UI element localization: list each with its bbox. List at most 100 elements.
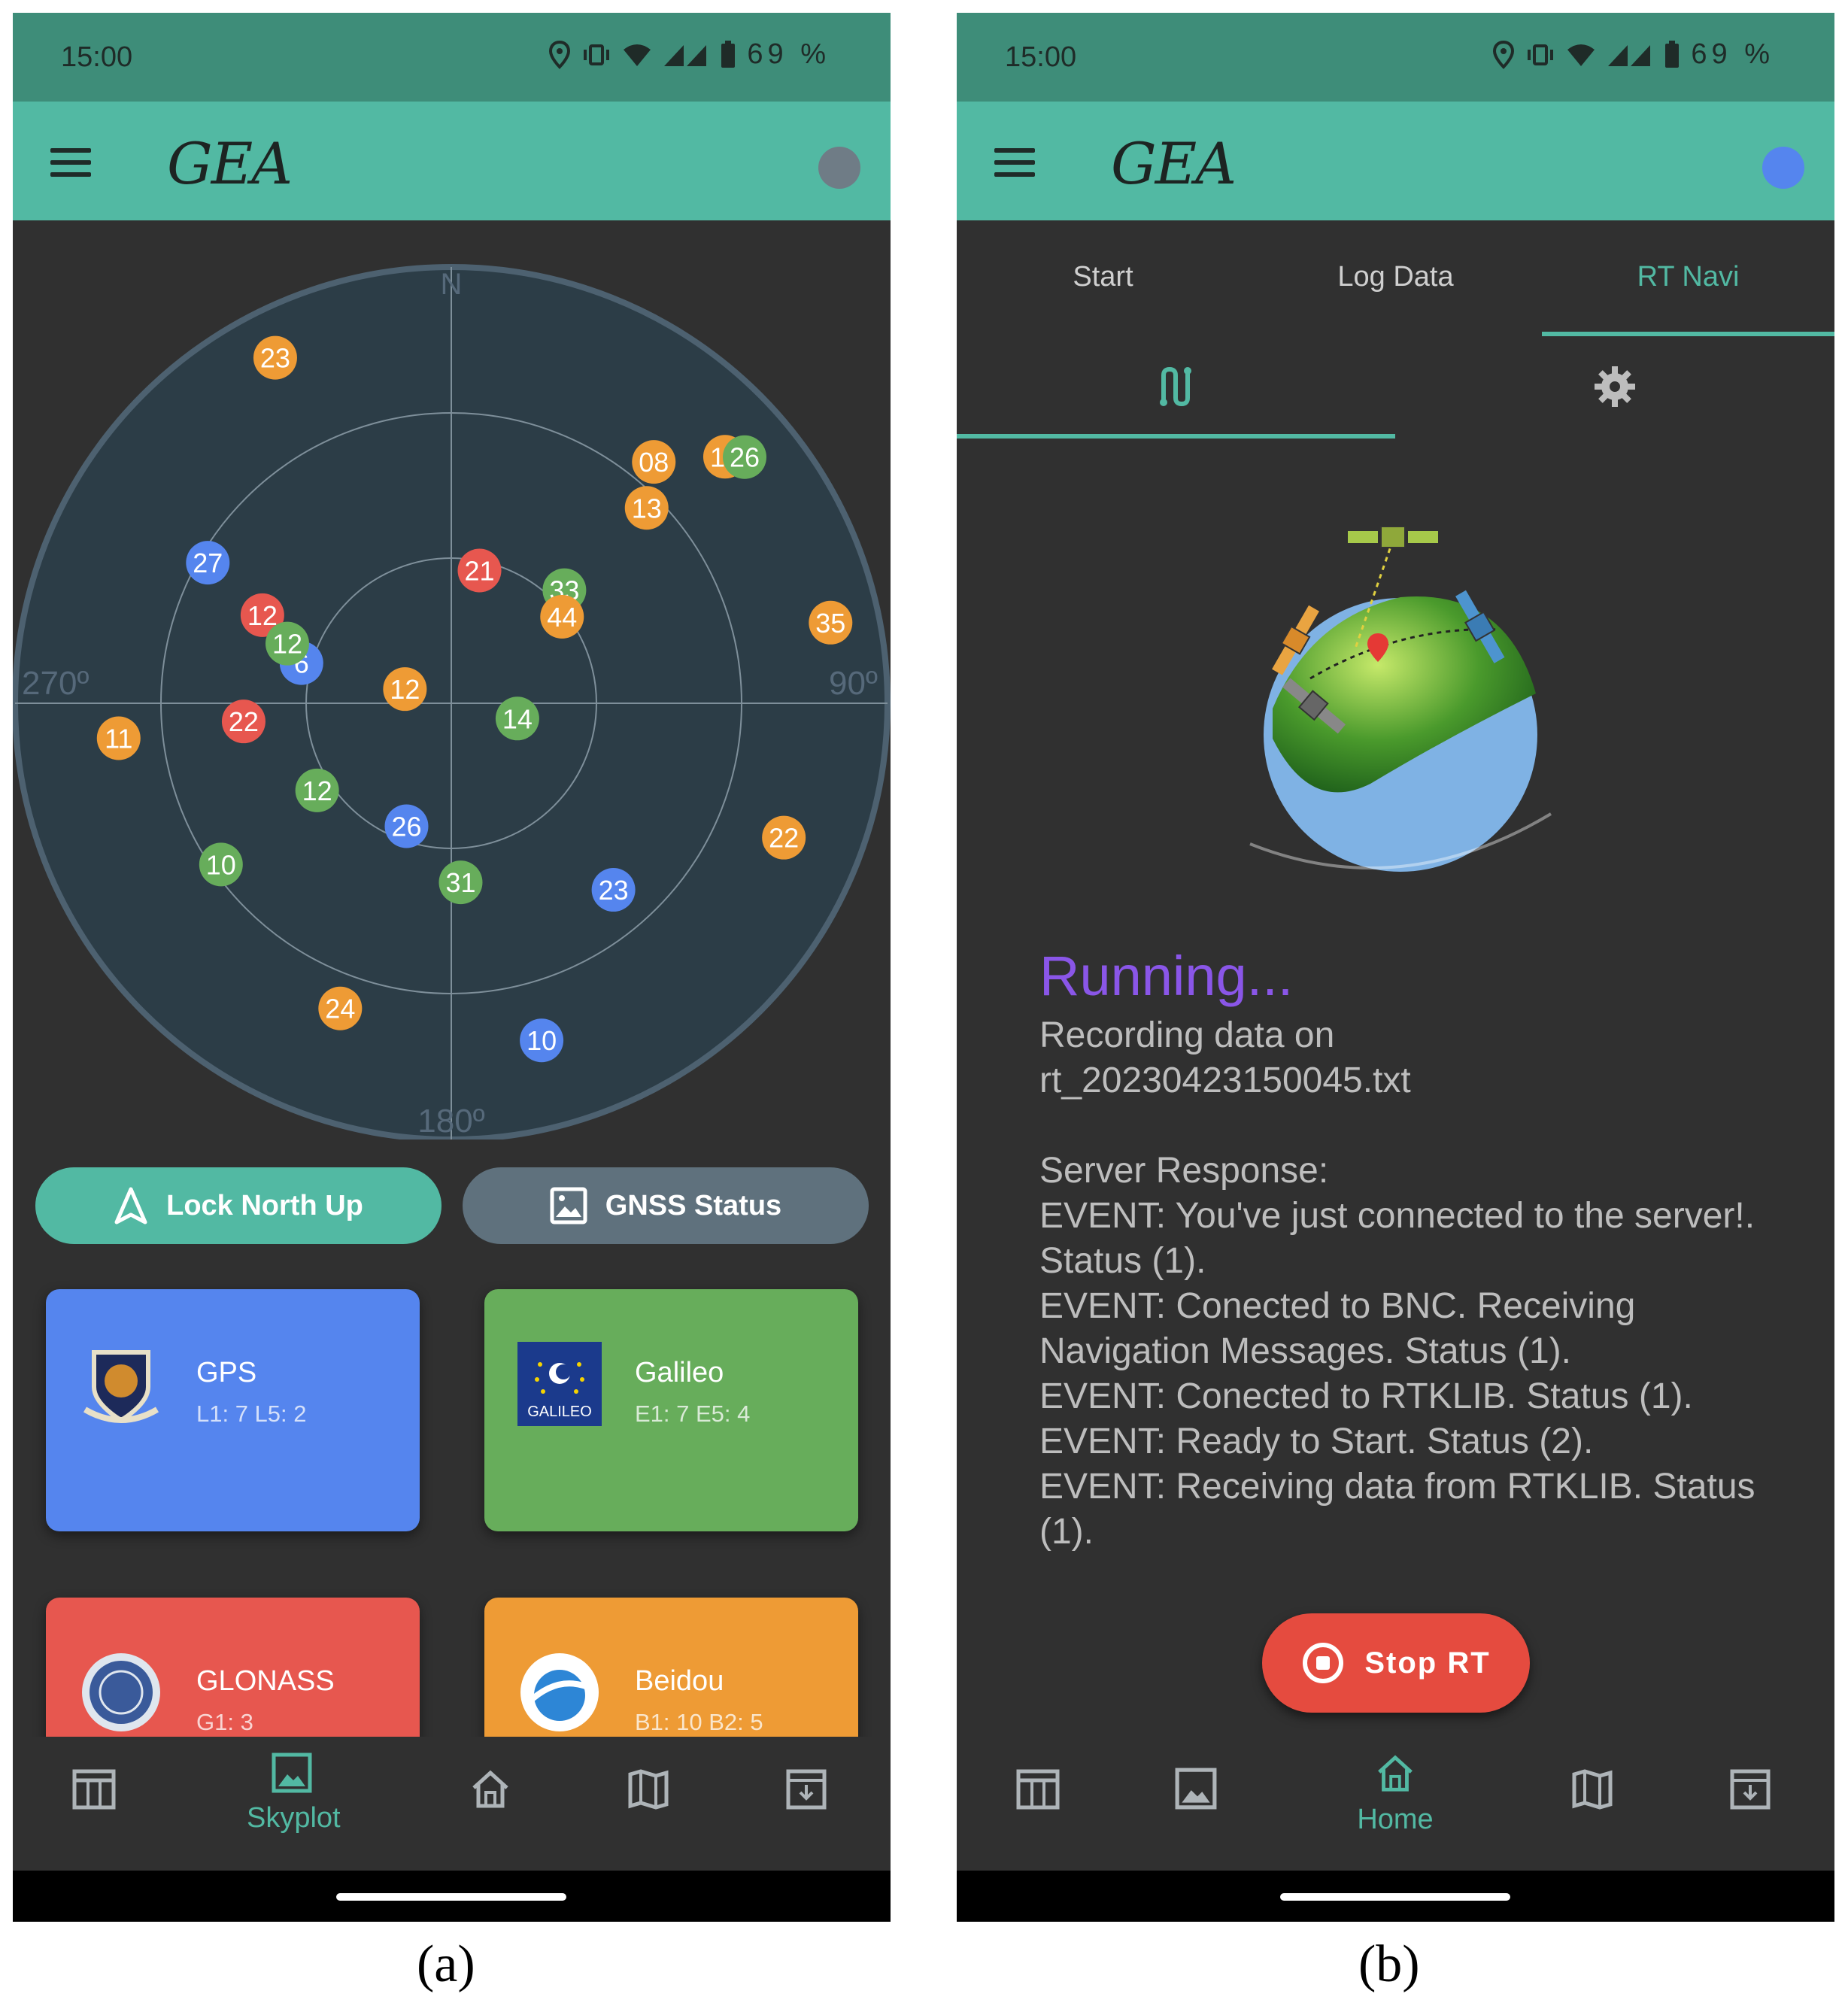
stop-rt-button[interactable]: Stop RT — [1262, 1613, 1530, 1713]
satellite-prn: 31 — [445, 867, 475, 898]
avatar[interactable] — [1762, 147, 1804, 189]
nav-home[interactable] — [445, 1767, 536, 1816]
nav-archive[interactable] — [1705, 1767, 1795, 1816]
image-icon — [272, 1753, 312, 1793]
glonass-name: GLONASS — [196, 1665, 335, 1697]
subtab-indicator — [957, 434, 1395, 439]
satellite-prn: 14 — [502, 703, 533, 734]
battery-icon — [1665, 40, 1680, 68]
phone-screen-skyplot: 15:00 69 % GEA N 90º 180º 270º 230819261… — [13, 13, 891, 1922]
satellite-prn: 22 — [769, 823, 799, 854]
north-label: N — [441, 268, 463, 301]
status-bar: 15:00 69 % — [957, 13, 1834, 102]
gesture-bar — [13, 1871, 891, 1922]
home-indicator[interactable] — [1280, 1893, 1510, 1901]
table-icon — [72, 1769, 116, 1810]
satellite-marker: 23 — [253, 335, 297, 380]
satellite-marker: 12 — [295, 768, 339, 812]
satellite-marker: 14 — [495, 696, 539, 741]
satellite-marker: 24 — [318, 986, 363, 1030]
gnss-status-button[interactable]: GNSS Status — [463, 1167, 869, 1244]
satellite-prn: 22 — [229, 706, 259, 737]
satellite-marker: 22 — [221, 699, 266, 744]
app-logo: GEA — [1111, 130, 1237, 197]
vibrate-icon — [584, 44, 610, 65]
nav-map[interactable] — [603, 1767, 693, 1816]
gnss-status-label: GNSS Status — [605, 1189, 782, 1221]
phone-screen-rt-navi: 15:00 69 % GEA Start Log Data RT Navi Ru… — [957, 13, 1834, 1922]
bottom-navigation: Skyplot — [13, 1737, 891, 1872]
status-time: 15:00 — [61, 41, 133, 73]
gps-logo-icon — [83, 1350, 159, 1423]
satellite-marker: 26 — [384, 804, 429, 848]
nav-skyplot-label: Skyplot — [247, 1802, 341, 1834]
satellite-prn: 26 — [391, 812, 421, 842]
nav-table[interactable] — [993, 1767, 1083, 1816]
archive-icon — [786, 1769, 827, 1810]
satellite-marker: 27 — [186, 541, 230, 585]
status-bar: 15:00 69 % — [13, 13, 891, 102]
satellite-marker: 10 — [199, 842, 243, 887]
satellite-prn: 10 — [206, 849, 236, 880]
satellite-marker: 35 — [809, 600, 853, 645]
nav-table[interactable] — [49, 1767, 139, 1816]
vibrate-icon — [1528, 44, 1554, 65]
nav-skyplot[interactable]: Skyplot — [247, 1752, 341, 1834]
east-label: 90º — [829, 665, 878, 702]
satellite-prn: 23 — [260, 343, 290, 374]
satellite-top-icon — [1348, 526, 1438, 548]
skyplot: N 90º 180º 270º 230819261335213344142712… — [13, 264, 891, 1140]
gps-card[interactable]: GPS L1: 7 L5: 2 — [46, 1289, 420, 1531]
home-indicator[interactable] — [336, 1893, 566, 1901]
galileo-name: Galileo — [635, 1357, 724, 1388]
status-title: Running... — [1039, 945, 1294, 1007]
nav-archive[interactable] — [761, 1767, 851, 1816]
glonass-logo-icon — [82, 1653, 160, 1731]
beidou-name: Beidou — [635, 1665, 724, 1697]
gps-name: GPS — [196, 1357, 257, 1388]
table-icon — [1016, 1769, 1060, 1810]
nav-map[interactable] — [1547, 1767, 1637, 1816]
battery-percent: 69 % — [1691, 38, 1774, 70]
avatar[interactable] — [818, 147, 860, 189]
archive-icon — [1730, 1769, 1771, 1810]
wifi-icon — [624, 44, 651, 66]
galileo-card[interactable]: GALILEO Galileo E1: 7 E5: 4 — [484, 1289, 858, 1531]
navigation-arrow-icon — [114, 1187, 147, 1224]
map-icon — [1572, 1769, 1613, 1810]
subtab-route[interactable] — [957, 339, 1395, 434]
nav-home[interactable]: Home — [1350, 1752, 1440, 1836]
subtab-settings[interactable] — [1395, 339, 1834, 434]
lock-north-up-button[interactable]: Lock North Up — [35, 1167, 442, 1244]
map-icon — [628, 1769, 669, 1810]
lock-north-up-label: Lock North Up — [166, 1189, 363, 1221]
menu-icon[interactable] — [50, 148, 91, 178]
route-icon — [1159, 366, 1191, 407]
image-icon — [1175, 1768, 1217, 1810]
caption-a: (a) — [417, 1935, 475, 1993]
tab-rt-navi[interactable]: RT Navi — [1542, 220, 1834, 333]
status-time: 15:00 — [1005, 41, 1077, 73]
top-tabs: Start Log Data RT Navi — [957, 220, 1834, 339]
satellite-prn: 23 — [599, 875, 629, 906]
satellite-marker: 44 — [540, 594, 584, 639]
tab-log-data[interactable]: Log Data — [1249, 220, 1542, 333]
glonass-signals: G1: 3 — [196, 1709, 253, 1735]
satellite-prn: 35 — [815, 608, 845, 639]
satellite-prn: 12 — [272, 629, 302, 660]
nav-home-label: Home — [1357, 1804, 1434, 1835]
satellite-marker: 12 — [383, 667, 427, 712]
caption-b: (b) — [1358, 1935, 1420, 1993]
beidou-signals: B1: 10 B2: 5 — [635, 1709, 763, 1735]
tab-start[interactable]: Start — [957, 220, 1249, 333]
satellite-marker: 13 — [624, 486, 669, 530]
satellite-prn: 21 — [464, 555, 494, 586]
beidou-logo-icon — [520, 1653, 599, 1731]
satellite-prn: 26 — [730, 442, 760, 473]
satellite-marker: 21 — [457, 548, 502, 593]
menu-icon[interactable] — [994, 148, 1035, 178]
galileo-logo-text: GALILEO — [527, 1404, 592, 1420]
nav-skyplot[interactable] — [1151, 1767, 1241, 1814]
satellite-marker: 31 — [438, 860, 483, 905]
stop-rt-label: Stop RT — [1364, 1646, 1491, 1680]
